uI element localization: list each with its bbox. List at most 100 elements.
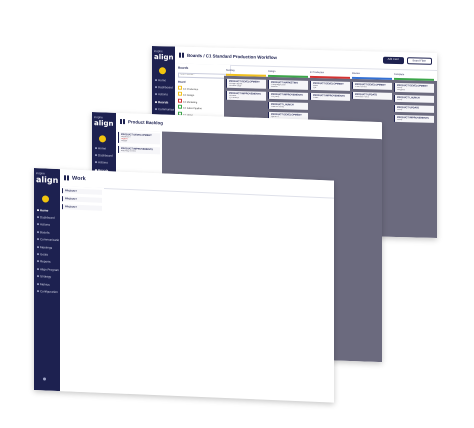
board-filter-button[interactable]: Board Filter <box>406 57 432 65</box>
nav-icon <box>155 100 157 103</box>
grid-icon <box>64 175 69 181</box>
card-task: Scope <box>121 140 128 143</box>
sidebar-nav: Home Dashboard Actions Boards Communications… <box>37 206 59 296</box>
settings-icon[interactable] <box>43 377 46 381</box>
work-card[interactable]: PRODUCT <box>62 204 102 211</box>
boards-list-item[interactable]: C1 Marketing <box>178 98 227 104</box>
brand-name: align <box>154 53 174 62</box>
checkbox[interactable] <box>178 91 182 96</box>
boards-list-item-label: C1 Sales Pipeline <box>183 106 202 111</box>
sidebar-item-label: Home <box>158 77 167 83</box>
sidebar-item-label: Communications <box>158 107 174 112</box>
page-title: Product Backlog <box>128 119 163 126</box>
nav-icon <box>155 108 157 111</box>
nav-icon <box>37 230 39 234</box>
card-task: Q2 launch <box>229 96 239 100</box>
sidebar-item-label: Boards <box>40 230 50 235</box>
nav-icon <box>37 223 39 226</box>
kanban-column: PRODUCT DEVELOPMENT Done Shipped PRODUCT LA… <box>394 82 434 238</box>
kanban-card[interactable]: PRODUCT LAUNCH Done <box>394 94 434 103</box>
nav-icon <box>155 78 157 81</box>
boards-list-item-label: C1 Production <box>183 87 199 91</box>
column-header: Review <box>352 71 360 76</box>
kanban-card[interactable]: PRODUCT DEVELOPMENT Design layout Review c… <box>226 78 266 89</box>
kanban-card[interactable]: PRODUCT IMPROVEMENTS Review Q2 launch <box>226 90 266 101</box>
boards-search-input[interactable]: Search boards... <box>178 72 227 79</box>
card-task: QA <box>313 86 317 90</box>
nav-icon <box>155 93 157 96</box>
nav-icon <box>95 146 97 149</box>
checkbox[interactable] <box>178 98 182 103</box>
nav-icon <box>155 86 157 89</box>
card-title: PRODUCT <box>65 189 77 193</box>
sidebar-item-label: Boards <box>158 100 169 105</box>
avatar[interactable] <box>42 195 49 203</box>
kanban-card[interactable]: PRODUCT MARKETING Campaign plan Assets <box>268 79 308 90</box>
brand-logo: inspire align <box>154 49 174 61</box>
sidebar-item-label: Configuration <box>40 289 58 294</box>
sidebar-item-label: Dashboard <box>40 215 55 220</box>
brand-name: align <box>94 119 114 128</box>
sidebar: inspire align Home Dashboard Actions Boards… <box>34 168 60 392</box>
sidebar-item-label: Communications <box>40 237 59 243</box>
page-title: Work <box>72 175 86 182</box>
brand-logo: inspire align <box>94 115 114 128</box>
sidebar-item-label: Dashboard <box>98 153 113 158</box>
sidebar-item-label: Metrics <box>40 281 50 287</box>
work-card[interactable]: PRODUCT <box>62 188 102 195</box>
sidebar-item-label: Home <box>40 207 49 213</box>
kanban-card[interactable]: PRODUCT IMPROVEMENTS UX pass <box>268 91 308 100</box>
grid-icon <box>120 118 125 125</box>
work-column: PRODUCT PRODUCT PRODUCT <box>60 186 104 393</box>
kanban-card[interactable]: PRODUCT LAUNCH Launch notes <box>268 101 308 110</box>
sidebar-item-label: Dashboard <box>158 85 173 90</box>
card-title: PRODUCT <box>65 205 77 209</box>
avatar[interactable] <box>99 135 106 143</box>
backlog-card[interactable]: PRODUCT DEVELOPMENT Research Urgent Scope <box>118 131 160 145</box>
boards-list-item-label: C1 Design <box>183 93 195 98</box>
column-header: Design <box>268 69 276 74</box>
boards-list-item[interactable]: C1 Design <box>178 91 227 98</box>
column-color-bar <box>352 76 392 80</box>
add-card-button[interactable]: Add Card <box>382 56 404 65</box>
sidebar-item-label: Strategy <box>40 274 52 279</box>
kanban-card[interactable]: PRODUCT DEVELOPMENT Build QA <box>310 80 350 91</box>
sidebar-item-label: Actions <box>158 92 168 97</box>
boards-panel-title: Boards <box>178 65 189 70</box>
column-header: In Production <box>310 70 325 75</box>
nav-icon <box>37 260 39 263</box>
column-color-bar <box>268 74 308 78</box>
column-color-bar <box>394 77 434 81</box>
sidebar-item-label: Actions <box>98 160 108 166</box>
sidebar-item-label: Actions <box>40 222 50 228</box>
kanban-card[interactable]: PRODUCT UPDATE Done <box>394 104 434 113</box>
kanban-card[interactable]: PRODUCT DEVELOPMENT Final review <box>352 81 392 90</box>
kanban-card[interactable]: PRODUCT UPDATE Release notes <box>352 91 392 100</box>
sidebar-item[interactable]: Configuration <box>37 287 59 295</box>
page-title: Boards / C1 Standard Production Workflow <box>187 52 277 61</box>
backlog-card[interactable]: PRODUCT IMPROVEMENTS Backlog review <box>118 145 160 155</box>
work-window: inspire align Home Dashboard Actions Boards… <box>34 168 334 403</box>
boards-list-item[interactable]: C1 Sales Pipeline <box>178 104 227 111</box>
nav-icon <box>37 253 39 256</box>
brand-name: align <box>36 175 59 186</box>
nav-icon <box>37 282 39 285</box>
kanban-card[interactable]: PRODUCT IMPROVEMENTS Done <box>394 114 434 123</box>
kanban-card[interactable]: PRODUCT DEVELOPMENT Done Shipped <box>394 82 434 93</box>
column-color-bar <box>226 73 266 77</box>
nav-icon <box>95 154 97 157</box>
nav-icon <box>95 161 97 164</box>
checkbox[interactable] <box>178 104 182 109</box>
column-color-bar <box>310 75 350 79</box>
kanban-card[interactable]: PRODUCT IMPROVEMENTS Fixes <box>310 92 350 101</box>
checkbox[interactable] <box>178 85 182 90</box>
nav-icon <box>37 290 39 293</box>
avatar[interactable] <box>159 67 166 75</box>
sidebar-item-label: Reports <box>40 259 51 265</box>
column-header: Complete <box>394 72 405 77</box>
card-task: Shipped <box>397 88 406 92</box>
boards-list-item[interactable]: C1 Production <box>178 85 227 91</box>
toolbar: Add Card Board Filter <box>382 56 432 65</box>
nav-icon <box>37 245 39 248</box>
work-card[interactable]: PRODUCT <box>62 196 102 203</box>
